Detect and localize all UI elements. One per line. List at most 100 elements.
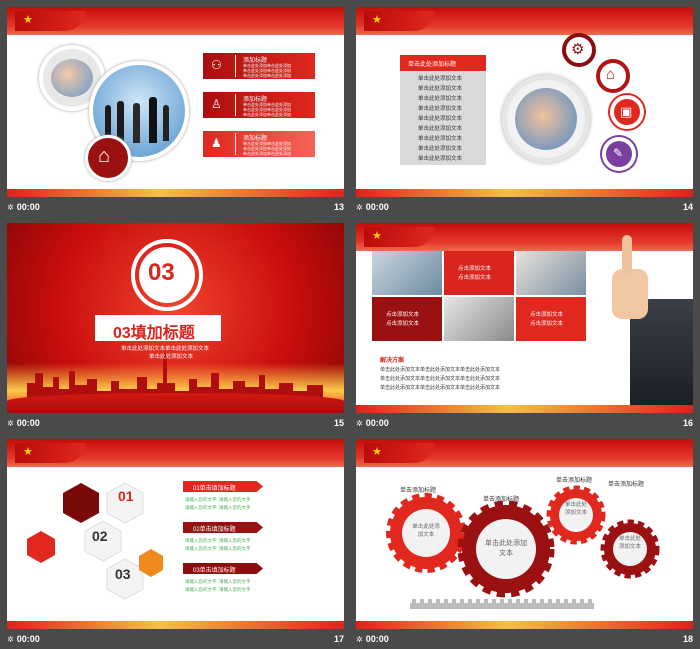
item-line: 单击此处添加单击此处添加	[243, 112, 291, 117]
meeting-photo	[516, 251, 586, 295]
section-number-ring: 03	[131, 239, 203, 311]
text-box: 单击此处添加文本 单击此处添加文本 单击此处添加文本 单击此处添加文本 单击此处…	[400, 71, 486, 165]
timing-value: 00:00	[365, 634, 389, 644]
box-line: 单击此处添加文本	[418, 126, 463, 132]
gear-label: 单击添加标题	[608, 482, 645, 488]
timing-value: 00:00	[16, 202, 40, 212]
slide-canvas: ★ 点击添加文本 点击添加文本 点击添加文本 点击添加文本 点击添加文本 点击添…	[356, 223, 693, 413]
section-title-bar[interactable]: 02单击填加标题	[183, 522, 263, 533]
slide-canvas: ★ 单击此处添加标题 单击此处添加文本 单击此处添加文本 单击此处添加文本 单击…	[356, 7, 693, 197]
timing: ✲ 00:00	[356, 202, 389, 212]
hex-number: 03	[115, 566, 131, 582]
gear-text: 单击此处添加文本	[412, 524, 440, 538]
slide-canvas: ★ ⌂ ⚇ 添加标题 单击此处添加单击此处添加 单击此处添加单击此处添加 单击此…	[7, 7, 344, 197]
title-bar-2[interactable]: ♙ 添加标题 单击此处添加单击此处添加 单击此处添加单击此处添加 单击此处添加单…	[203, 92, 315, 118]
section-text: 请输入您的文字 请输入您的文字	[185, 497, 251, 502]
text-cell[interactable]: 点击添加文本 点击添加文本	[372, 297, 442, 341]
timing: ✲ 00:00	[7, 634, 40, 644]
home-icon[interactable]: ⌂	[85, 135, 131, 181]
handshake-photo	[502, 75, 590, 163]
transition-icon: ✲	[7, 203, 14, 212]
section-title: 03单击填加标题	[193, 568, 236, 574]
slide-number: 17	[333, 634, 344, 644]
red-footer-band	[7, 621, 344, 629]
gear-label: 单击添加标题	[556, 478, 593, 484]
box-line: 单击此处添加文本	[418, 106, 463, 112]
section-text: 请输入您的文字 请输入您的文字	[185, 546, 251, 551]
slide-meta: ✲ 00:00 13	[7, 197, 344, 217]
home-icon[interactable]: ⌂	[596, 59, 630, 93]
briefcase-icon[interactable]: ▣	[610, 95, 644, 129]
star-icon: ★	[23, 446, 33, 458]
box-line: 单击此处添加文本	[418, 146, 463, 152]
section-title-bar[interactable]: 03单击填加标题	[183, 563, 263, 574]
solution-line: 单击此处添加文本单击此处添加文本单击此处添加文本	[380, 367, 501, 373]
slide-canvas: 03 03填加标题 单击此处添加文本单击此处添加文本 单击此处添加文本	[7, 223, 344, 413]
solution-line: 单击此处添加文本单击此处添加文本单击此处添加文本	[380, 385, 501, 391]
item-line: 单击此处添加单击此处添加	[243, 73, 291, 78]
gear-label: 单击添加标题	[483, 497, 520, 503]
document-icon[interactable]: ✎	[602, 137, 636, 171]
section-title: 02单击填加标题	[193, 527, 236, 533]
star-icon: ★	[372, 230, 382, 242]
cell-line: 点击添加文本	[458, 266, 492, 272]
timing: ✲ 00:00	[7, 418, 40, 428]
calculator-photo	[444, 297, 514, 341]
text-cell[interactable]: 点击添加文本 点击添加文本	[444, 251, 514, 295]
slide-thumb-15[interactable]: 03 03填加标题 单击此处添加文本单击此处添加文本 单击此处添加文本 ✲ 00:…	[7, 223, 344, 433]
slide-canvas: ★ 01 02 03 01单击填加标题 请输入您的文字 请输入您的文字 请输入您…	[7, 439, 344, 629]
slide-thumb-13[interactable]: ★ ⌂ ⚇ 添加标题 单击此处添加单击此处添加 单击此处添加单击此处添加 单击此…	[7, 7, 344, 217]
transition-icon: ✲	[356, 203, 363, 212]
red-footer-band	[356, 189, 693, 197]
timing: ✲ 00:00	[356, 418, 389, 428]
box-title-bar[interactable]: 单击此处添加标题	[400, 55, 486, 71]
box-line: 单击此处添加文本	[418, 116, 463, 122]
timing-value: 00:00	[16, 418, 40, 428]
gear-text: 单击此处添加文本	[618, 536, 641, 550]
slide-meta: ✲ 00:00 17	[7, 629, 344, 649]
timing-value: 00:00	[365, 202, 389, 212]
gear-text: 单击此处添加文本	[564, 502, 587, 516]
red-footer-band	[356, 405, 693, 413]
slide-thumb-16[interactable]: ★ 点击添加文本 点击添加文本 点击添加文本 点击添加文本 点击添加文本 点击添…	[356, 223, 693, 433]
text-cell[interactable]: 点击添加文本 点击添加文本	[516, 297, 586, 341]
slide-meta: ✲ 00:00 15	[7, 413, 344, 433]
cell-line: 点击添加文本	[386, 321, 420, 327]
office-photo	[372, 251, 442, 295]
section-subtitle: 单击此处添加文本单击此处添加文本	[121, 346, 210, 352]
section-title-bar[interactable]: 01单击填加标题	[183, 481, 263, 492]
timing: ✲ 00:00	[7, 202, 40, 212]
red-footer-band	[7, 189, 344, 197]
timing: ✲ 00:00	[356, 634, 389, 644]
gear-label: 单击添加标题	[400, 488, 437, 494]
gear-icon[interactable]: ⚙	[562, 33, 596, 67]
box-line: 单击此处添加文本	[418, 156, 463, 162]
section-number: 03	[148, 259, 175, 286]
transition-icon: ✲	[356, 419, 363, 428]
section-text: 请输入您的文字 请输入您的文字	[185, 538, 251, 543]
section-title: 03填加标题	[113, 325, 195, 342]
slide-number: 15	[333, 418, 344, 428]
gear-diagram	[386, 485, 660, 609]
title-bar-3[interactable]: ♟ 添加标题 单击此处添加单击此处添加 单击此处添加单击此处添加 单击此处添加单…	[203, 131, 315, 157]
transition-icon: ✲	[7, 635, 14, 644]
hex-number: 01	[118, 488, 134, 504]
slide-number: 16	[682, 418, 693, 428]
people-icon: ⚇	[211, 58, 222, 72]
transition-icon: ✲	[356, 635, 363, 644]
title-bar-1[interactable]: ⚇ 添加标题 单击此处添加单击此处添加 单击此处添加单击此处添加 单击此处添加单…	[203, 53, 315, 79]
slide-thumb-14[interactable]: ★ 单击此处添加标题 单击此处添加文本 单击此处添加文本 单击此处添加文本 单击…	[356, 7, 693, 217]
cell-line: 点击添加文本	[530, 312, 564, 318]
box-line: 单击此处添加文本	[418, 136, 463, 142]
walking-icon: ♟	[211, 136, 222, 150]
section-title-box[interactable]: 03填加标题	[95, 315, 221, 342]
box-line: 单击此处添加文本	[418, 86, 463, 92]
hex-number: 02	[92, 528, 108, 544]
slide-thumb-18[interactable]: ★ 单击添加标题 单击添加标题 单击添加标题 单击添加标题 单击此处添加文本 单…	[356, 439, 693, 649]
slide-number: 13	[333, 202, 344, 212]
slide-thumb-17[interactable]: ★ 01 02 03 01单击填加标题 请输入您的文字 请输入您的文字 请输入您…	[7, 439, 344, 649]
star-icon: ★	[372, 14, 382, 26]
box-line: 单击此处添加文本	[418, 96, 463, 102]
slide-meta: ✲ 00:00 14	[356, 197, 693, 217]
transition-icon: ✲	[7, 419, 14, 428]
